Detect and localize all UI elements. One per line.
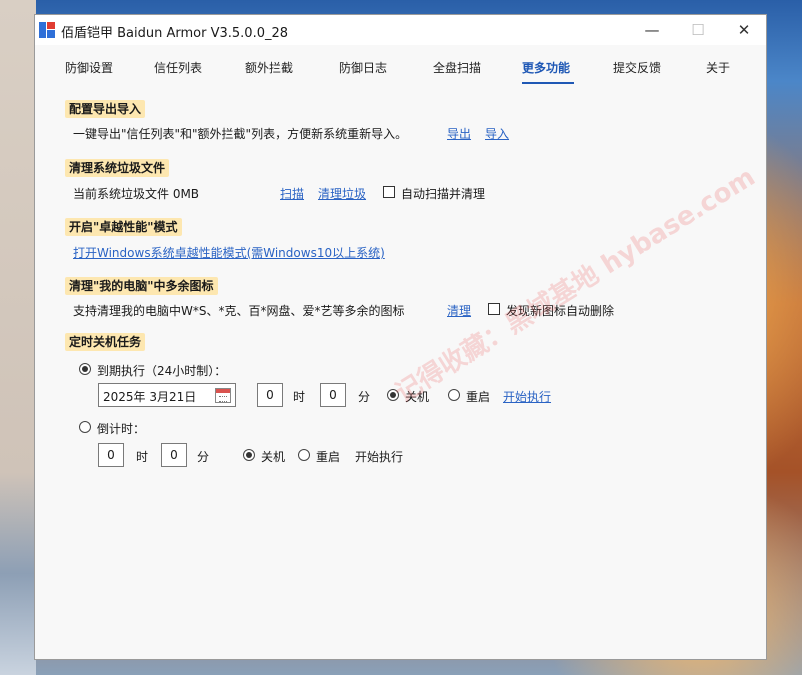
- import-link[interactable]: 导入: [485, 125, 509, 142]
- auto-clean-checkbox[interactable]: [383, 186, 395, 198]
- countdown-hour-input[interactable]: 0: [98, 443, 124, 467]
- window-title: 佰盾铠甲 Baidun Armor V3.5.0.0_28: [61, 26, 289, 41]
- at-time-restart-radio[interactable]: [448, 389, 460, 401]
- active-tab-indicator: [522, 82, 574, 84]
- auto-delete-icons-checkbox[interactable]: [488, 303, 500, 315]
- minute-unit: 分: [358, 390, 371, 404]
- clean-icons-link[interactable]: 清理: [447, 302, 471, 319]
- tab-full-scan[interactable]: 全盘扫描: [433, 59, 481, 76]
- maximize-icon: ☐: [691, 21, 705, 39]
- icons-description: 支持清理我的电脑中W*S、*克、百*网盘、爱*艺等多余的图标: [73, 304, 405, 318]
- app-window: 佰盾铠甲 Baidun Armor V3.5.0.0_28 — ☐ ✕ 防御设置…: [34, 14, 767, 660]
- section-config-io-heading: 配置导出导入: [65, 100, 146, 118]
- performance-mode-link[interactable]: 打开Windows系统卓越性能模式(需Windows10以上系统): [73, 244, 385, 261]
- at-time-shutdown-radio[interactable]: [387, 389, 399, 401]
- config-io-description: 一键导出"信任列表"和"额外拦截"列表，方便新系统重新导入。: [73, 127, 408, 141]
- app-logo-icon: [39, 22, 55, 38]
- junk-size-label: 当前系统垃圾文件 0MB: [73, 187, 200, 201]
- maximize-button[interactable]: ☐: [675, 15, 721, 45]
- at-time-restart-label: 重启: [466, 390, 491, 404]
- countdown-radio[interactable]: [79, 421, 91, 433]
- countdown-restart-radio[interactable]: [298, 449, 310, 461]
- scan-junk-link[interactable]: 扫描: [280, 185, 304, 202]
- minimize-icon: —: [644, 21, 660, 39]
- at-time-radio[interactable]: [79, 363, 91, 375]
- minimize-button[interactable]: —: [629, 15, 675, 45]
- section-junk-heading: 清理系统垃圾文件: [65, 159, 170, 177]
- date-picker[interactable]: 2025年 3月21日: [98, 383, 236, 407]
- section-performance-heading: 开启"卓越性能"模式: [65, 218, 182, 236]
- tab-defense-settings[interactable]: 防御设置: [65, 59, 113, 76]
- start-at-time-link[interactable]: 开始执行: [503, 388, 551, 405]
- countdown-shutdown-label: 关机: [261, 450, 286, 464]
- auto-clean-label: 自动扫描并清理: [401, 187, 486, 201]
- tab-defense-log[interactable]: 防御日志: [339, 59, 387, 76]
- countdown-hour-unit: 时: [136, 450, 149, 464]
- section-icons-heading: 清理"我的电脑"中多余图标: [65, 277, 218, 295]
- section-shutdown-heading: 定时关机任务: [65, 333, 146, 351]
- countdown-label: 倒计时：: [97, 422, 146, 436]
- minute-input[interactable]: 0: [320, 383, 346, 407]
- desktop-background-left: [0, 0, 36, 675]
- tab-feedback[interactable]: 提交反馈: [613, 59, 661, 76]
- hour-input[interactable]: 0: [257, 383, 283, 407]
- start-countdown-button[interactable]: 开始执行: [355, 448, 403, 465]
- tab-more-features[interactable]: 更多功能: [522, 59, 570, 76]
- at-time-shutdown-label: 关机: [405, 390, 430, 404]
- tab-about[interactable]: 关于: [706, 59, 730, 76]
- countdown-minute-input[interactable]: 0: [161, 443, 187, 467]
- clean-junk-link[interactable]: 清理垃圾: [318, 185, 366, 202]
- close-button[interactable]: ✕: [721, 15, 767, 45]
- title-bar: 佰盾铠甲 Baidun Armor V3.5.0.0_28 — ☐ ✕: [35, 15, 766, 45]
- countdown-minute-unit: 分: [197, 450, 210, 464]
- at-time-label: 到期执行（24小时制）：: [97, 364, 227, 378]
- tab-extra-block[interactable]: 额外拦截: [245, 59, 293, 76]
- hour-unit: 时: [293, 390, 306, 404]
- auto-delete-icons-label: 发现新图标自动删除: [506, 304, 615, 318]
- tab-bar: 防御设置 信任列表 额外拦截 防御日志 全盘扫描 更多功能 提交反馈 关于: [35, 45, 766, 85]
- date-value: 2025年 3月21日: [103, 390, 197, 404]
- export-link[interactable]: 导出: [447, 125, 471, 142]
- close-icon: ✕: [737, 21, 751, 39]
- calendar-icon[interactable]: [215, 388, 231, 403]
- countdown-restart-label: 重启: [316, 450, 341, 464]
- countdown-shutdown-radio[interactable]: [243, 449, 255, 461]
- tab-trust-list[interactable]: 信任列表: [154, 59, 202, 76]
